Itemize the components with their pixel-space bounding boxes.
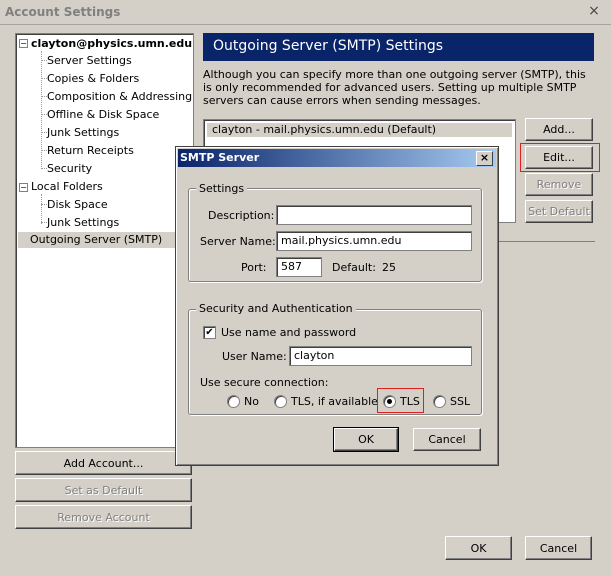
tree-item-outgoing-server[interactable]: Outgoing Server (SMTP)	[18, 232, 188, 248]
tree-item-disk-space[interactable]: Disk Space	[47, 198, 108, 211]
radio-no-label[interactable]: No	[244, 395, 259, 408]
window-titlebar: Account Settings ×	[0, 0, 611, 25]
edit-server-button[interactable]: Edit...	[525, 146, 593, 169]
description-input[interactable]	[276, 205, 472, 225]
dialog-ok-label: OK	[358, 433, 374, 446]
remove-server-label: Remove	[536, 178, 582, 191]
add-server-label: Add...	[543, 123, 575, 136]
panel-title: Outgoing Server (SMTP) Settings	[213, 38, 444, 54]
tree-item-junk-settings[interactable]: Junk Settings	[47, 126, 119, 139]
add-account-label: Add Account...	[63, 456, 144, 470]
ok-label: OK	[470, 541, 487, 555]
default-port-label: Default:	[332, 261, 376, 274]
username-input[interactable]: clayton	[289, 346, 472, 366]
radio-tls[interactable]	[383, 395, 396, 408]
tree-item-return-receipts[interactable]: Return Receipts	[47, 144, 134, 157]
dialog-cancel-button[interactable]: Cancel	[413, 428, 481, 451]
check-icon: ✔	[205, 327, 214, 338]
window-title: Account Settings	[5, 5, 121, 19]
description-label: Description:	[208, 209, 275, 222]
tree-item-local-junk[interactable]: Junk Settings	[47, 216, 119, 229]
dialog-cancel-label: Cancel	[428, 433, 466, 446]
remove-account-label: Remove Account	[57, 510, 150, 524]
use-name-password-label[interactable]: Use name and password	[221, 326, 356, 339]
server-name-input[interactable]: mail.physics.umn.edu	[276, 231, 472, 251]
set-as-default-button[interactable]: Set as Default	[15, 478, 192, 502]
tree-local-folders[interactable]: Local Folders	[31, 180, 103, 193]
set-default-server-label: Set Default	[528, 205, 590, 218]
cancel-button[interactable]: Cancel	[525, 536, 592, 560]
radio-ssl-label[interactable]: SSL	[450, 395, 470, 408]
port-label: Port:	[241, 261, 267, 274]
panel-description: Although you can specify more than one o…	[203, 68, 586, 107]
smtp-server-dialog: SMTP Server × Settings Description: Serv…	[175, 146, 499, 466]
security-group-label: Security and Authentication	[196, 302, 356, 315]
secure-connection-label: Use secure connection:	[200, 376, 329, 389]
close-icon[interactable]: ×	[587, 4, 601, 18]
radio-tls-if-available[interactable]	[274, 395, 287, 408]
tree-item-security[interactable]: Security	[47, 162, 92, 175]
tree-item-offline-disk[interactable]: Offline & Disk Space	[47, 108, 159, 121]
dialog-title: SMTP Server	[180, 151, 260, 164]
server-list-item[interactable]: clayton - mail.physics.umn.edu (Default)	[207, 123, 512, 137]
set-default-server-button[interactable]: Set Default	[525, 200, 593, 223]
set-as-default-label: Set as Default	[64, 483, 143, 497]
server-name-label: Server Name:	[200, 235, 276, 248]
tree-item-server-settings[interactable]: Server Settings	[47, 54, 132, 67]
server-details-area	[494, 241, 595, 324]
add-server-button[interactable]: Add...	[525, 118, 593, 141]
settings-group-label: Settings	[196, 182, 248, 195]
dialog-ok-button[interactable]: OK	[333, 427, 399, 452]
dialog-titlebar: SMTP Server ×	[178, 149, 496, 167]
ok-button[interactable]: OK	[445, 536, 512, 560]
dialog-close-icon[interactable]: ×	[476, 151, 493, 166]
tree-item-copies-folders[interactable]: Copies & Folders	[47, 72, 139, 85]
use-name-password-checkbox[interactable]: ✔	[203, 326, 216, 339]
radio-ssl[interactable]	[433, 395, 446, 408]
tree-item-composition[interactable]: Composition & Addressing	[47, 90, 192, 103]
cancel-label: Cancel	[539, 541, 578, 555]
add-account-button[interactable]: Add Account...	[15, 451, 192, 475]
collapse-local-folders-icon[interactable]: −	[19, 183, 28, 192]
radio-tls-label[interactable]: TLS	[400, 395, 420, 408]
radio-no[interactable]	[227, 395, 240, 408]
tree-account[interactable]: clayton@physics.umn.edu	[31, 37, 192, 50]
username-label: User Name:	[222, 350, 287, 363]
collapse-account-icon[interactable]: −	[19, 39, 28, 48]
account-tree[interactable]: − clayton@physics.umn.edu Server Setting…	[15, 33, 194, 448]
radio-tls-if-available-label[interactable]: TLS, if available	[291, 395, 378, 408]
port-input[interactable]: 587	[276, 257, 322, 277]
panel-header: Outgoing Server (SMTP) Settings	[203, 33, 594, 61]
remove-account-button[interactable]: Remove Account	[15, 505, 192, 529]
edit-server-label: Edit...	[543, 151, 575, 164]
radio-selected-dot	[387, 399, 392, 404]
remove-server-button[interactable]: Remove	[525, 173, 593, 196]
default-port-value: 25	[382, 261, 396, 274]
